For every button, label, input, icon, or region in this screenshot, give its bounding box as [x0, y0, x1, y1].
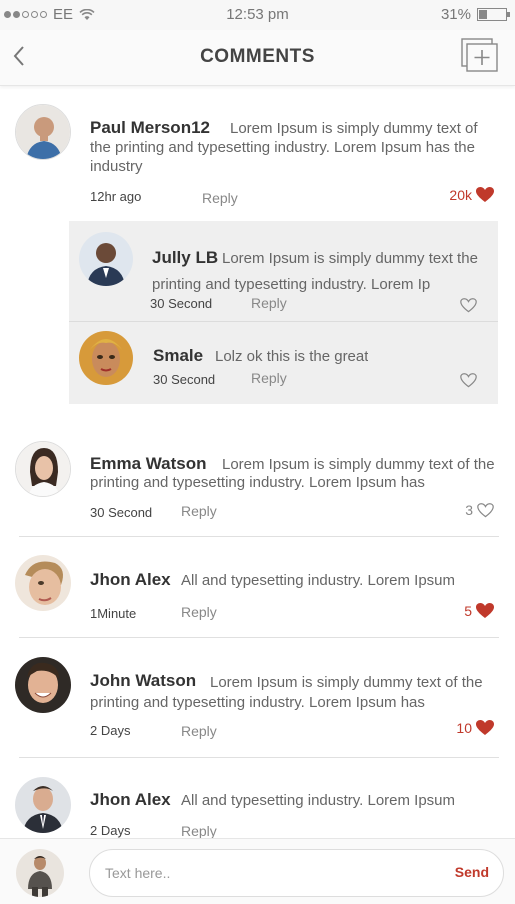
reply-time: 30 Second — [153, 372, 216, 387]
battery-status: 31% — [440, 6, 510, 23]
comment-time: 2 Days — [90, 823, 131, 838]
comment-time: 12hr ago — [90, 189, 142, 204]
avatar[interactable] — [15, 441, 71, 497]
comment-time: 30 Second — [90, 505, 153, 520]
comment-time: 2 Days — [90, 723, 131, 738]
comment-item: Jhon Alex All and typesetting industry. … — [0, 758, 515, 838]
reply-item: Jully LB Lorem Ipsum is simply dummy tex… — [69, 221, 498, 322]
comment-composer: Send — [0, 838, 515, 904]
heart-outline-icon[interactable] — [477, 502, 494, 518]
avatar[interactable] — [79, 331, 133, 385]
avatar[interactable] — [79, 232, 133, 286]
avatar[interactable] — [15, 555, 71, 611]
reply-button[interactable]: Reply — [181, 823, 217, 838]
reply-time: 30 Second — [150, 296, 213, 311]
heart-filled-icon[interactable] — [476, 720, 494, 736]
reply-button[interactable]: Reply — [181, 604, 217, 620]
comment-input-wrapper: Send — [89, 849, 504, 897]
new-comment-icon[interactable] — [461, 38, 499, 72]
comment-author[interactable]: Jhon Alex — [90, 790, 171, 810]
like-count: 5 — [464, 603, 472, 619]
avatar[interactable] — [15, 777, 71, 833]
like-count: 3 — [465, 502, 473, 518]
like-counter[interactable]: 3 — [465, 502, 494, 518]
page-title: COMMENTS — [200, 46, 315, 67]
comment-input[interactable] — [105, 862, 435, 884]
reply-button[interactable]: Reply — [251, 370, 287, 386]
current-user-avatar — [16, 849, 64, 897]
heart-filled-icon[interactable] — [476, 603, 494, 619]
status-bar: EE 12:53 pm 31% — [0, 0, 515, 30]
comment-text: Lorem Ipsum is simply dummy text of the … — [90, 674, 483, 711]
comment-item: Emma Watson Lorem Ipsum is simply dummy … — [0, 428, 515, 537]
comment-time: 1Minute — [90, 606, 137, 621]
reply-button[interactable]: Reply — [202, 190, 238, 206]
comment-item: Paul Merson12 Lorem Ipsum is simply dumm… — [0, 88, 515, 221]
comment-text: Lorem Ipsum is simply dummy text of the … — [90, 456, 495, 491]
reply-text: Lorem Ipsum is simply dummy text the pri… — [152, 250, 478, 292]
comment-text: All and typesetting industry. Lorem Ipsu… — [181, 792, 456, 809]
reply-button[interactable]: Reply — [251, 295, 287, 311]
reply-button[interactable]: Reply — [181, 723, 217, 739]
clock: 12:53 pm — [226, 6, 289, 23]
heart-outline-icon[interactable] — [460, 298, 477, 313]
comment-author[interactable]: Jhon Alex — [90, 570, 171, 590]
heart-filled-icon[interactable] — [476, 187, 494, 203]
comment-item: Jhon Alex All and typesetting industry. … — [0, 537, 515, 638]
like-counter[interactable]: 20k — [449, 187, 494, 203]
comment-text: All and typesetting industry. Lorem Ipsu… — [181, 572, 456, 589]
like-counter[interactable]: 10 — [456, 720, 494, 736]
comment-list[interactable]: Paul Merson12 Lorem Ipsum is simply dumm… — [0, 88, 515, 838]
like-count: 20k — [449, 187, 472, 203]
comments-screen: EE 12:53 pm 31% COMMENTS Paul Merson12 L… — [0, 0, 515, 904]
like-count: 10 — [456, 720, 472, 736]
avatar[interactable] — [15, 104, 71, 160]
reply-text: Lolz ok this is the great — [215, 348, 369, 365]
reply-author[interactable]: Smale — [153, 346, 203, 366]
comment-text: Lorem Ipsum is simply dummy text of the … — [90, 120, 478, 175]
comment-item: John Watson Lorem Ipsum is simply dummy … — [0, 638, 515, 758]
battery-icon — [477, 8, 510, 21]
reply-item: Smale Lolz ok this is the great 30 Secon… — [69, 322, 498, 404]
battery-percent: 31% — [440, 6, 471, 23]
navigation-header: COMMENTS — [0, 30, 515, 86]
reply-button[interactable]: Reply — [181, 503, 217, 519]
replies-thread: Jully LB Lorem Ipsum is simply dummy tex… — [69, 221, 498, 404]
like-counter[interactable]: 5 — [464, 603, 494, 619]
avatar[interactable] — [15, 657, 71, 713]
heart-outline-icon[interactable] — [460, 373, 477, 388]
send-button[interactable]: Send — [455, 864, 489, 880]
